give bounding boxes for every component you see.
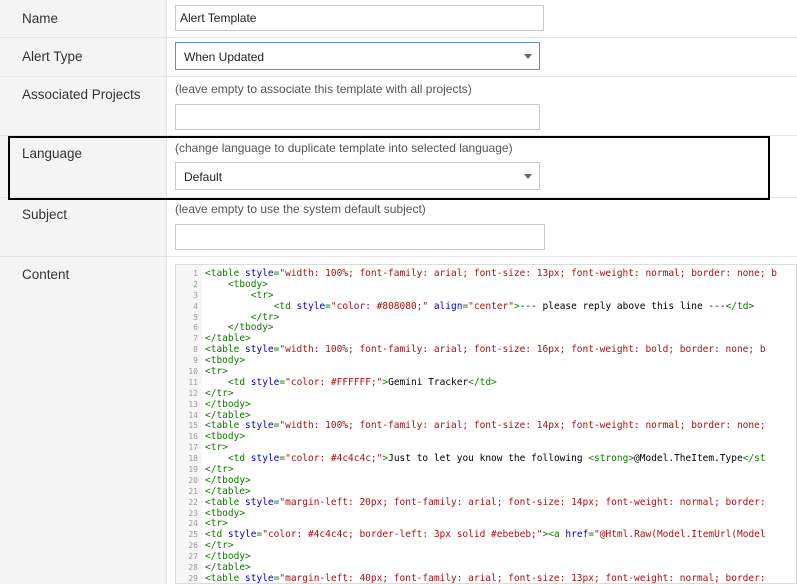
code-line: 20 </tbody> — [176, 475, 796, 487]
alert-type-select[interactable]: When Updated — [175, 42, 540, 70]
alert-type-row: Alert Type When Updated — [0, 38, 797, 77]
line-number: 5 — [193, 312, 198, 322]
associated-projects-hint: (leave empty to associate this template … — [175, 82, 472, 96]
associated-projects-label: Associated Projects — [22, 87, 141, 102]
content-row: Content 1 <table style="width: 100%; font… — [0, 257, 797, 584]
line-number: 23 — [188, 508, 198, 518]
code-text: <table style="width: 100%; font-family: … — [205, 268, 777, 279]
line-number: 27 — [188, 552, 198, 562]
code-line: 12 </tr> — [176, 388, 796, 400]
code-text: <td style="color: #808080;" align="cente… — [273, 300, 755, 312]
code-line: 15 <table style="width: 100%; font-family… — [176, 421, 796, 432]
line-number: 8 — [193, 345, 198, 355]
line-number: 1 — [193, 269, 198, 278]
language-row: Language (change language to duplicate t… — [0, 136, 797, 198]
line-number: 3 — [193, 290, 198, 300]
code-line: 27 </tbody> — [176, 551, 796, 563]
code-lines: 1 <table style="width: 100%; font-family:… — [176, 268, 796, 584]
line-number: 11 — [188, 377, 198, 387]
language-selected: Default — [184, 170, 223, 184]
language-label: Language — [22, 146, 83, 161]
code-text: <td style="color: #FFFFFF;">Gemini Track… — [227, 376, 497, 388]
associated-projects-row: Associated Projects (leave empty to asso… — [0, 77, 797, 136]
code-line: 1 <table style="width: 100%; font-family:… — [176, 268, 796, 280]
name-row: Name — [0, 0, 797, 38]
code-line: 13 </tbody> — [176, 399, 796, 411]
code-line: 22 <table style="margin-left: 20px; font-… — [176, 496, 796, 509]
code-line: 25 <td style="color: #4c4c4c; border-left… — [176, 529, 796, 541]
alert-type-label: Alert Type — [22, 49, 83, 64]
name-input[interactable] — [175, 5, 544, 31]
language-select[interactable]: Default — [175, 162, 540, 190]
line-number: 12 — [188, 388, 198, 398]
code-line: 26 </tr> — [176, 540, 796, 552]
chevron-down-icon — [524, 54, 532, 59]
code-line: 11 <td style="color: #FFFFFF;">Gemini Tr… — [176, 376, 796, 389]
line-number: 2 — [193, 279, 198, 289]
line-number: 28 — [188, 563, 198, 573]
code-text: <table style="width: 100%; font-family: … — [205, 420, 766, 432]
code-text: <td style="color: #4c4c4c; border-left: … — [205, 529, 766, 541]
line-number: 7 — [193, 334, 198, 344]
line-number: 24 — [188, 519, 198, 529]
subject-label: Subject — [22, 207, 68, 222]
line-number: 10 — [188, 367, 198, 377]
associated-projects-input[interactable] — [175, 104, 540, 130]
alert-template-form: Name Alert Type When Updated Associated … — [0, 0, 797, 584]
line-number: 18 — [188, 454, 198, 464]
line-number: 19 — [188, 465, 198, 475]
code-text: <td style="color: #4c4c4c;">Just to let … — [227, 453, 766, 465]
code-line: 19 </tr> — [176, 464, 796, 476]
subject-row: Subject (leave empty to use the system d… — [0, 198, 797, 257]
code-line: 16 <tbody> — [176, 431, 796, 443]
code-text: <table style="margin-left: 40px; font-fa… — [205, 572, 766, 584]
line-number: 13 — [188, 399, 198, 409]
line-number: 21 — [188, 486, 198, 496]
code-line: 23 <tbody> — [176, 508, 796, 520]
alert-type-selected: When Updated — [184, 50, 265, 64]
subject-input[interactable] — [175, 224, 545, 250]
code-line: 29 <table style="margin-left: 40px; font-… — [176, 572, 796, 584]
line-number: 20 — [188, 475, 198, 485]
code-text: <table style="width: 100%; font-family: … — [205, 344, 766, 356]
code-line: 6 </tbody> — [176, 323, 796, 334]
line-number: 15 — [188, 421, 198, 431]
line-number: 22 — [188, 497, 198, 507]
chevron-down-icon — [524, 174, 532, 179]
code-line: 18 <td style="color: #4c4c4c;">Just to l… — [176, 453, 796, 465]
line-number: 26 — [188, 541, 198, 551]
line-number: 25 — [188, 530, 198, 540]
code-line: 8 <table style="width: 100%; font-family:… — [176, 344, 796, 356]
line-number: 4 — [193, 301, 198, 311]
line-number: 6 — [193, 323, 198, 333]
line-number: 17 — [188, 443, 198, 453]
line-number: 9 — [193, 356, 198, 366]
line-number: 29 — [188, 573, 198, 583]
line-number: 16 — [188, 432, 198, 442]
language-hint: (change language to duplicate template i… — [175, 141, 513, 155]
subject-hint: (leave empty to use the system default s… — [175, 202, 426, 216]
name-label: Name — [22, 11, 59, 26]
content-label: Content — [22, 267, 70, 282]
line-number: 14 — [188, 410, 198, 420]
code-line: 9 <tbody> — [176, 355, 796, 367]
code-text: <table style="margin-left: 20px; font-fa… — [205, 496, 766, 508]
content-code-editor[interactable]: 1 <table style="width: 100%; font-family:… — [175, 264, 797, 584]
